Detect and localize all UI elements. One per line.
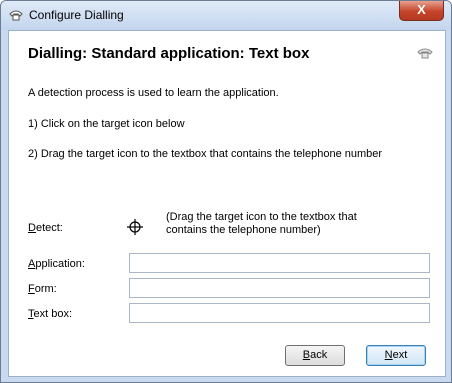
step-one-text: 1) Click on the target icon below bbox=[28, 118, 185, 130]
form-label: Form: bbox=[28, 283, 57, 295]
page-title: Dialling: Standard application: Text box bbox=[28, 45, 310, 62]
form-field[interactable] bbox=[129, 278, 430, 298]
title-bar[interactable]: Configure Dialling X bbox=[1, 1, 451, 30]
text-box-label: Text box: bbox=[28, 308, 73, 320]
back-button[interactable]: Back bbox=[285, 345, 345, 366]
application-field[interactable] bbox=[129, 253, 430, 273]
text-box-field[interactable] bbox=[129, 303, 430, 323]
window-title: Configure Dialling bbox=[29, 8, 124, 22]
application-label: Application: bbox=[28, 258, 85, 270]
intro-text: A detection process is used to learn the… bbox=[28, 87, 279, 99]
next-button[interactable]: Next bbox=[366, 345, 426, 366]
target-crosshair-icon[interactable] bbox=[127, 219, 143, 235]
phone-icon bbox=[9, 9, 23, 21]
detect-note: (Drag the target icon to the textbox tha… bbox=[166, 211, 357, 236]
step-two-text: 2) Drag the target icon to the textbox t… bbox=[28, 148, 383, 160]
phone-icon bbox=[417, 47, 433, 59]
dialog-content: Dialling: Standard application: Text box… bbox=[8, 30, 446, 377]
detect-label: Detect: bbox=[28, 222, 63, 234]
close-button[interactable]: X bbox=[399, 1, 444, 21]
configure-dialling-window: Configure Dialling X Dialling: Standard … bbox=[0, 0, 452, 383]
